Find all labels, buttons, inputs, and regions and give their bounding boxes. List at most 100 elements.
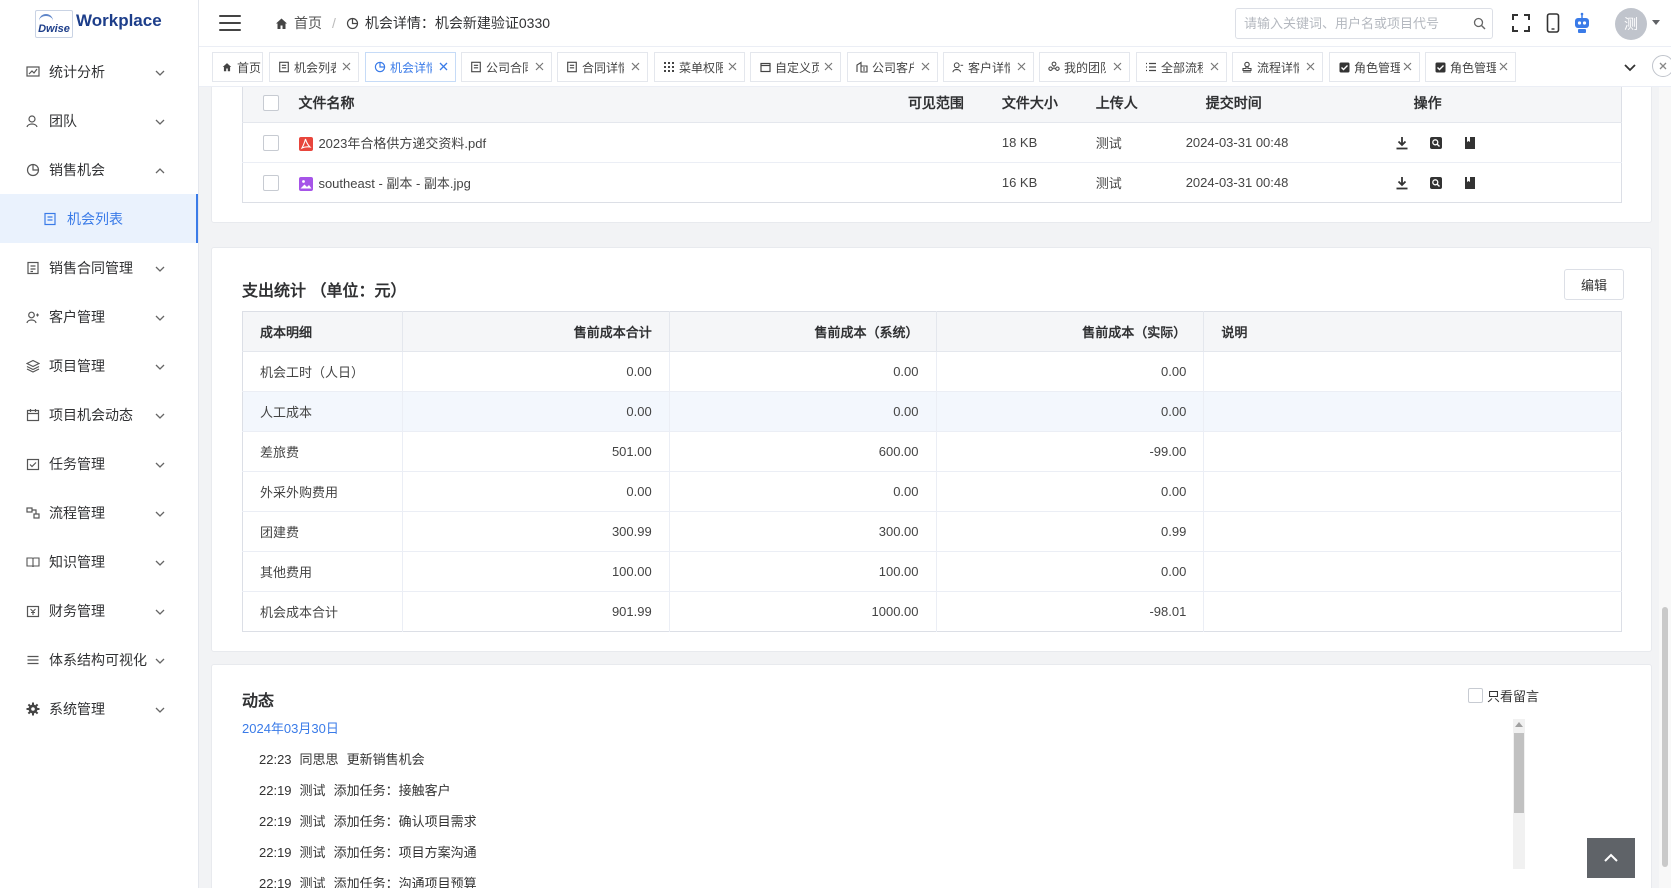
top-header: 首页 / 机会详情：机会新建验证0330 测 <box>199 0 1671 47</box>
sidebar-item-statistics[interactable]: 统计分析 <box>0 47 198 96</box>
sidebar-item-process[interactable]: 流程管理 <box>0 488 198 537</box>
select-all-checkbox[interactable] <box>262 95 279 112</box>
cost-item: 其他费用 <box>242 551 403 592</box>
scroll-up-arrow-icon[interactable] <box>1515 722 1523 727</box>
close-icon[interactable] <box>341 61 352 72</box>
pie-chart-icon <box>374 61 386 73</box>
chevron-down-icon <box>154 458 166 470</box>
global-search[interactable] <box>1235 8 1493 39</box>
sidebar-item-customers[interactable]: 客户管理 <box>0 292 198 341</box>
page-scrollbar[interactable] <box>1659 87 1671 888</box>
mobile-icon[interactable] <box>1542 12 1564 34</box>
cost-actual: 0.00 <box>936 391 1205 432</box>
save-icon[interactable] <box>1462 135 1478 151</box>
breadcrumb-home[interactable]: 首页 <box>275 13 322 33</box>
sidebar-item-team[interactable]: 团队 <box>0 96 198 145</box>
activity-time: 22:19 <box>259 783 292 798</box>
back-to-top-button[interactable] <box>1587 838 1635 878</box>
close-all-tabs-icon[interactable] <box>1652 55 1671 77</box>
activity-action: 添加任务：确认项目需求 <box>333 814 477 829</box>
file-size: 18 KB <box>997 122 1092 163</box>
tab-customer-detail[interactable]: 客户详情 <box>943 52 1034 82</box>
column-header: 操作 <box>1347 87 1622 123</box>
breadcrumb-current: 机会详情：机会新建验证0330 <box>346 13 550 33</box>
sidebar-item-knowledge[interactable]: 知识管理 <box>0 537 198 586</box>
close-icon[interactable] <box>438 61 449 72</box>
preview-icon[interactable] <box>1428 175 1444 191</box>
sidebar-item-architecture[interactable]: 体系结构可视化 <box>0 635 198 684</box>
preview-icon[interactable] <box>1428 135 1444 151</box>
only-comments-filter[interactable]: 只看留言 <box>1468 686 1539 705</box>
row-checkbox[interactable] <box>262 174 279 191</box>
activity-user: 测试 <box>299 876 326 888</box>
tab-opportunity-list[interactable]: 机会列表 <box>269 52 359 82</box>
edit-button[interactable]: 编辑 <box>1564 269 1624 300</box>
tab-home[interactable]: 首页 <box>212 52 263 82</box>
robot-assistant-icon[interactable] <box>1571 12 1593 34</box>
activity-scrollbar[interactable] <box>1513 719 1525 869</box>
search-icon[interactable] <box>1466 17 1492 30</box>
sidebar-item-projects[interactable]: 项目管理 <box>0 341 198 390</box>
tab-all-processes[interactable]: 全部流程 <box>1136 52 1227 82</box>
scrollbar-thumb[interactable] <box>1662 607 1668 867</box>
tab-role-management[interactable]: 角色管理 <box>1329 52 1420 82</box>
tab-menu-permissions[interactable]: 菜单权限 <box>654 52 745 82</box>
activity-action: 更新销售机会 <box>346 752 425 767</box>
close-icon[interactable] <box>1498 61 1509 72</box>
activity-time: 22:19 <box>259 845 292 860</box>
chevron-down-icon[interactable] <box>1622 59 1638 75</box>
sidebar-item-opportunities[interactable]: 销售机会 <box>0 145 198 194</box>
tab-my-team[interactable]: 我的团队 <box>1039 52 1130 82</box>
only-comments-checkbox[interactable] <box>1468 688 1483 703</box>
tab-label: 公司合同 <box>486 60 528 75</box>
table-row: 团建费 300.99 300.00 0.99 <box>242 511 1622 552</box>
column-header: 可见范围 <box>907 87 998 123</box>
tab-company-contracts[interactable]: 公司合同 <box>461 52 552 82</box>
close-icon[interactable] <box>630 61 641 72</box>
cost-item: 人工成本 <box>242 391 403 432</box>
sidebar-item-tasks[interactable]: 任务管理 <box>0 439 198 488</box>
close-icon[interactable] <box>1402 61 1413 72</box>
download-icon[interactable] <box>1394 135 1410 151</box>
row-checkbox[interactable] <box>262 134 279 151</box>
download-icon[interactable] <box>1394 175 1410 191</box>
activity-time: 22:23 <box>259 752 292 767</box>
activity-item: 22:19 测试 添加任务：沟通项目预算 <box>259 873 485 888</box>
close-icon[interactable] <box>727 61 738 72</box>
tab-contract-detail[interactable]: 合同详情 <box>557 52 648 82</box>
file-name[interactable]: 2023年合格供方递交资料.pdf <box>318 136 486 151</box>
file-scope <box>908 163 998 203</box>
close-icon[interactable] <box>534 61 545 72</box>
avatar[interactable]: 测 <box>1615 8 1647 40</box>
tab-opportunity-detail[interactable]: 机会详情 <box>365 52 456 82</box>
search-input[interactable] <box>1244 16 1466 31</box>
tab-custom-page[interactable]: 自定义页 <box>750 52 841 82</box>
tab-process-detail[interactable]: 流程详情 <box>1232 52 1323 82</box>
close-icon[interactable] <box>1209 61 1220 72</box>
tab-company-customers[interactable]: 公司客户 <box>847 52 938 82</box>
cost-actual: -99.00 <box>936 431 1205 472</box>
sidebar-item-system[interactable]: 系统管理 <box>0 684 198 733</box>
close-icon[interactable] <box>823 61 834 72</box>
activity-item: 22:19 测试 添加任务：项目方案沟通 <box>259 842 485 861</box>
close-icon[interactable] <box>920 61 931 72</box>
save-icon[interactable] <box>1462 175 1478 191</box>
fullscreen-icon[interactable] <box>1510 12 1532 34</box>
cost-note <box>1203 351 1622 392</box>
sidebar-item-project-activity[interactable]: 项目机会动态 <box>0 390 198 439</box>
layers-icon <box>25 358 41 374</box>
tab-role-management-2[interactable]: 角色管理 <box>1425 52 1516 82</box>
sidebar-item-finance[interactable]: 财务管理 <box>0 586 198 635</box>
sidebar-item-label: 机会列表 <box>67 210 123 227</box>
close-icon[interactable] <box>1016 61 1027 72</box>
team-icon <box>25 113 41 129</box>
file-name[interactable]: southeast - 副本 - 副本.jpg <box>318 176 470 191</box>
close-icon[interactable] <box>1112 61 1123 72</box>
menu-toggle-icon[interactable] <box>219 15 241 31</box>
sidebar-item-opportunity-list[interactable]: 机会列表 <box>0 194 198 243</box>
logo[interactable]: Dwise Workplace <box>0 0 198 47</box>
scrollbar-thumb[interactable] <box>1514 733 1524 813</box>
caret-down-icon[interactable] <box>1652 20 1660 25</box>
sidebar-item-contracts[interactable]: 销售合同管理 <box>0 243 198 292</box>
close-icon[interactable] <box>1305 61 1316 72</box>
